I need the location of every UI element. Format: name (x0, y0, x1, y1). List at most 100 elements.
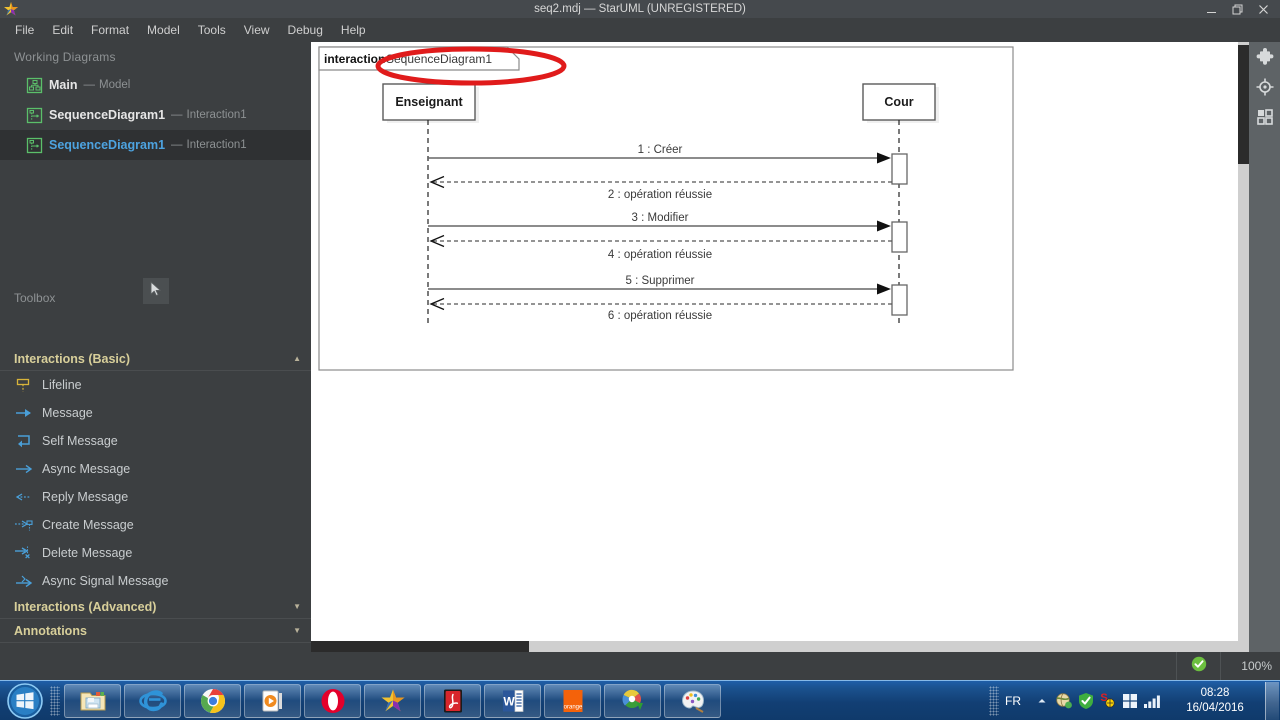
toolbox-item-label: Create Message (42, 518, 134, 532)
left-panel: Working Diagrams Main — Model SequenceDi… (0, 42, 311, 652)
message-label: 5 : Supprimer (625, 275, 694, 287)
toolbox-section-annotations[interactable]: Annotations ▼ (0, 619, 311, 643)
working-diagram-item-sequencediagram1-b[interactable]: SequenceDiagram1 — Interaction1 (0, 130, 311, 160)
grid-layout-icon[interactable] (1249, 102, 1280, 132)
working-diagram-item-main[interactable]: Main — Model (0, 70, 311, 100)
lifeline-label: Cour (884, 95, 913, 109)
toolbox-item-label: Self Message (42, 434, 118, 448)
delete-message-icon (14, 545, 34, 561)
activation-bar-3[interactable] (891, 284, 908, 316)
toolbox-item-delete-message[interactable]: Delete Message (0, 539, 311, 567)
signal-bars-icon[interactable] (1141, 690, 1163, 712)
taskbar-item-microsoft-word[interactable]: W (484, 683, 541, 718)
message-label: 3 : Modifier (632, 212, 689, 224)
toolbox-item-reply-message[interactable]: Reply Message (0, 483, 311, 511)
lifeline-icon (14, 377, 34, 393)
clock[interactable]: 08:28 16/04/2016 (1173, 686, 1257, 716)
taskbar-item-internet-download-manager[interactable] (604, 683, 661, 718)
menu-file[interactable]: File (6, 20, 43, 40)
toolbox-section-label: Annotations (14, 623, 87, 638)
working-diagram-name: Main (49, 78, 78, 92)
minimize-button[interactable] (1198, 0, 1224, 18)
windows-flag-icon[interactable] (1119, 690, 1141, 712)
working-diagram-item-sequencediagram1-a[interactable]: SequenceDiagram1 — Interaction1 (0, 100, 311, 130)
shield-check-icon[interactable] (1075, 690, 1097, 712)
async-signal-message-icon (14, 573, 34, 589)
title-bar: seq2.mdj — StarUML (UNREGISTERED) (0, 0, 1280, 18)
working-diagram-dash: — (83, 79, 95, 91)
menu-debug[interactable]: Debug (279, 20, 332, 40)
working-diagram-name: SequenceDiagram1 (49, 108, 166, 122)
toolbox-section-label: Interactions (Basic) (14, 351, 131, 366)
network-globe-icon[interactable] (1053, 690, 1075, 712)
toolbox-item-lifeline[interactable]: Lifeline (0, 371, 311, 399)
message-label: 6 : opération réussie (608, 310, 712, 322)
show-desktop-button[interactable] (1265, 682, 1279, 720)
sequence-diagram-icon (26, 107, 43, 124)
toolbox-item-create-message[interactable]: Create Message (0, 511, 311, 539)
restore-button[interactable] (1224, 0, 1250, 18)
tray-grip[interactable] (989, 686, 999, 716)
start-button[interactable] (2, 682, 48, 720)
menu-help[interactable]: Help (332, 20, 375, 40)
taskbar-item-media-player[interactable] (244, 683, 301, 718)
taskbar-item-paint[interactable] (664, 683, 721, 718)
activation-bar-2[interactable] (891, 221, 908, 253)
activation-bar-1[interactable] (891, 153, 908, 185)
toolbox-section-interactions-basic[interactable]: Interactions (Basic) ▲ (0, 347, 311, 371)
validation-status[interactable] (1176, 652, 1220, 680)
close-button[interactable] (1250, 0, 1276, 18)
taskbar-grip[interactable] (50, 685, 60, 716)
toolbox-section-interactions-advanced[interactable]: Interactions (Advanced) ▼ (0, 595, 311, 619)
taskbar-item-adobe-reader[interactable] (424, 683, 481, 718)
canvas-vertical-scrollbar[interactable] (1238, 42, 1249, 641)
green-check-icon (1191, 656, 1207, 677)
message-label: 2 : opération réussie (608, 189, 712, 201)
target-crosshair-icon[interactable] (1249, 72, 1280, 102)
vertical-scroll-thumb[interactable] (1238, 45, 1249, 164)
language-indicator[interactable]: FR (1005, 694, 1021, 708)
class-diagram-icon (26, 77, 43, 94)
menu-tools[interactable]: Tools (189, 20, 235, 40)
menu-edit[interactable]: Edit (43, 20, 82, 40)
taskbar: W orange FR S 08:28 16/04/2016 (0, 680, 1280, 720)
taskbar-item-internet-explorer[interactable] (124, 683, 181, 718)
message-label: 1 : Créer (638, 144, 683, 156)
working-diagram-name: SequenceDiagram1 (49, 138, 166, 152)
toolbox-item-label: Async Message (42, 462, 131, 476)
diagram-canvas[interactable]: interaction SequenceDiagram1 Enseignant … (311, 42, 1249, 652)
create-message-icon (14, 517, 34, 533)
self-message-icon (14, 433, 34, 449)
working-diagram-type: Interaction1 (186, 139, 247, 151)
chevron-up-icon[interactable] (1031, 690, 1053, 712)
system-tray: FR S 08:28 16/04/2016 (989, 681, 1280, 720)
toolbox-item-async-message[interactable]: Async Message (0, 455, 311, 483)
extensions-puzzle-icon[interactable] (1249, 42, 1280, 72)
toolbox-item-label: Message (42, 406, 93, 420)
clock-date: 16/04/2016 (1186, 702, 1244, 714)
menu-format[interactable]: Format (82, 20, 138, 40)
sequence-diagram-icon (26, 137, 43, 154)
horizontal-scroll-thumb[interactable] (311, 641, 529, 652)
taskbar-item-orange[interactable]: orange (544, 683, 601, 718)
taskbar-item-file-explorer[interactable] (64, 683, 121, 718)
toolbox-item-async-signal-message[interactable]: Async Signal Message (0, 567, 311, 595)
cursor-arrow-icon (149, 281, 163, 302)
taskbar-item-opera[interactable] (304, 683, 361, 718)
message-label: 4 : opération réussie (608, 249, 712, 261)
window-title: seq2.mdj — StarUML (UNREGISTERED) (534, 3, 746, 15)
taskbar-item-google-chrome[interactable] (184, 683, 241, 718)
zoom-level[interactable]: 100% (1220, 652, 1280, 680)
working-diagrams-title: Working Diagrams (14, 50, 116, 64)
pointer-tool-button[interactable] (143, 278, 169, 304)
menu-view[interactable]: View (235, 20, 279, 40)
menu-model[interactable]: Model (138, 20, 189, 40)
reply-message-icon (14, 489, 34, 505)
message-arrow-icon (14, 405, 34, 421)
antivirus-s-icon[interactable]: S (1097, 690, 1119, 712)
toolbox-item-message[interactable]: Message (0, 399, 311, 427)
canvas-horizontal-scrollbar[interactable] (311, 641, 1249, 652)
taskbar-item-staruml[interactable] (364, 683, 421, 718)
working-diagrams-list: Main — Model SequenceDiagram1 — Interact… (0, 70, 311, 285)
toolbox-item-self-message[interactable]: Self Message (0, 427, 311, 455)
